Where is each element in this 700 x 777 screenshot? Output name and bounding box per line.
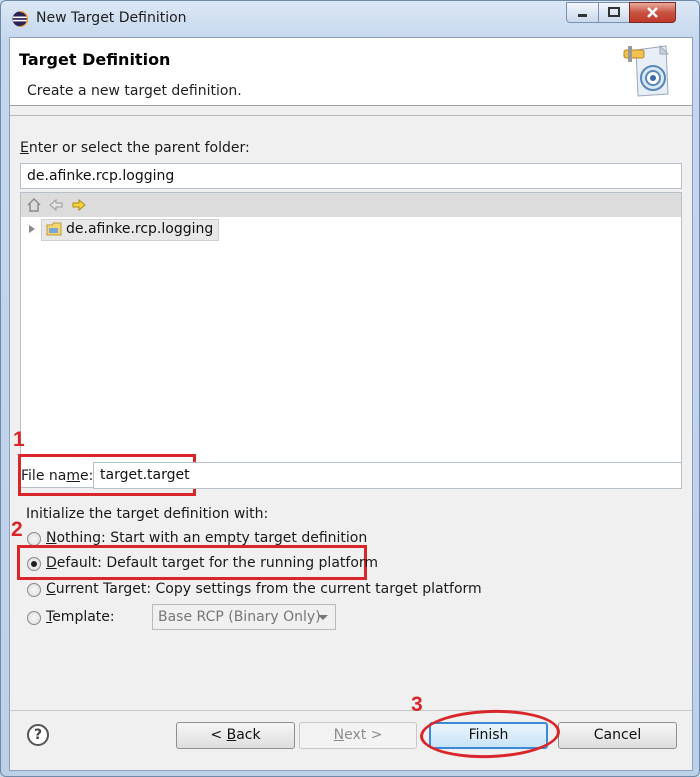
page-description: Create a new target definition.: [27, 83, 242, 99]
tree-toolbar: [21, 193, 681, 217]
banner-separator: [10, 115, 692, 116]
init-heading: Initialize the target definition with:: [26, 506, 269, 522]
home-icon[interactable]: [26, 197, 42, 213]
cancel-button[interactable]: Cancel: [558, 722, 677, 749]
forward-arrow-icon[interactable]: [71, 197, 87, 213]
page-title: Target Definition: [19, 50, 171, 69]
finish-button[interactable]: Finish: [429, 722, 548, 749]
close-button[interactable]: [629, 2, 676, 23]
button-bar-separator: [10, 710, 692, 711]
back-button[interactable]: < Back: [176, 722, 295, 749]
back-arrow-icon[interactable]: [48, 197, 64, 213]
eclipse-icon: [12, 11, 28, 27]
template-select[interactable]: Base RCP (Binary Only): [152, 604, 336, 630]
radio-current-target[interactable]: [27, 583, 41, 597]
dialog-window: New Target Definition Target Definition …: [0, 0, 700, 777]
minimize-icon: [578, 14, 587, 17]
parent-folder-input[interactable]: de.afinke.rcp.logging: [20, 163, 682, 189]
folder-tree[interactable]: de.afinke.rcp.logging: [20, 192, 682, 488]
radio-template[interactable]: [27, 611, 41, 625]
expand-arrow-icon[interactable]: [29, 225, 35, 233]
target-wizard-icon: [623, 44, 670, 97]
file-name-label: File name:: [21, 468, 94, 484]
template-select-value: Base RCP (Binary Only): [158, 609, 321, 625]
dialog-content: Target Definition Create a new target de…: [9, 37, 693, 771]
help-button[interactable]: ?: [27, 724, 49, 746]
close-icon: [647, 7, 658, 18]
step-1-marker: 1: [13, 428, 25, 451]
radio-default[interactable]: [27, 557, 41, 571]
window-title: New Target Definition: [36, 10, 187, 26]
wizard-banner: Target Definition Create a new target de…: [10, 38, 692, 106]
radio-nothing[interactable]: [27, 532, 41, 546]
project-folder-icon: [46, 222, 62, 236]
step-2-marker: 2: [11, 518, 23, 541]
option-current-target-label: Current Target: Copy settings from the c…: [46, 581, 482, 597]
option-default-label: Default: Default target for the running …: [46, 555, 379, 571]
file-name-input[interactable]: target.target: [93, 462, 682, 489]
title-bar[interactable]: New Target Definition: [1, 1, 700, 37]
maximize-icon: [608, 7, 620, 17]
step-3-marker: 3: [411, 693, 423, 716]
next-button[interactable]: Next >: [299, 722, 417, 749]
chevron-down-icon: [318, 615, 328, 620]
parent-folder-label: Enter or select the parent folder:: [20, 140, 250, 156]
option-template-label: Template:: [46, 609, 115, 625]
tree-item-label: de.afinke.rcp.logging: [66, 221, 214, 237]
maximize-button[interactable]: [598, 2, 630, 23]
option-nothing-label: Nothing: Start with an empty target defi…: [46, 530, 368, 546]
minimize-button[interactable]: [566, 2, 599, 23]
